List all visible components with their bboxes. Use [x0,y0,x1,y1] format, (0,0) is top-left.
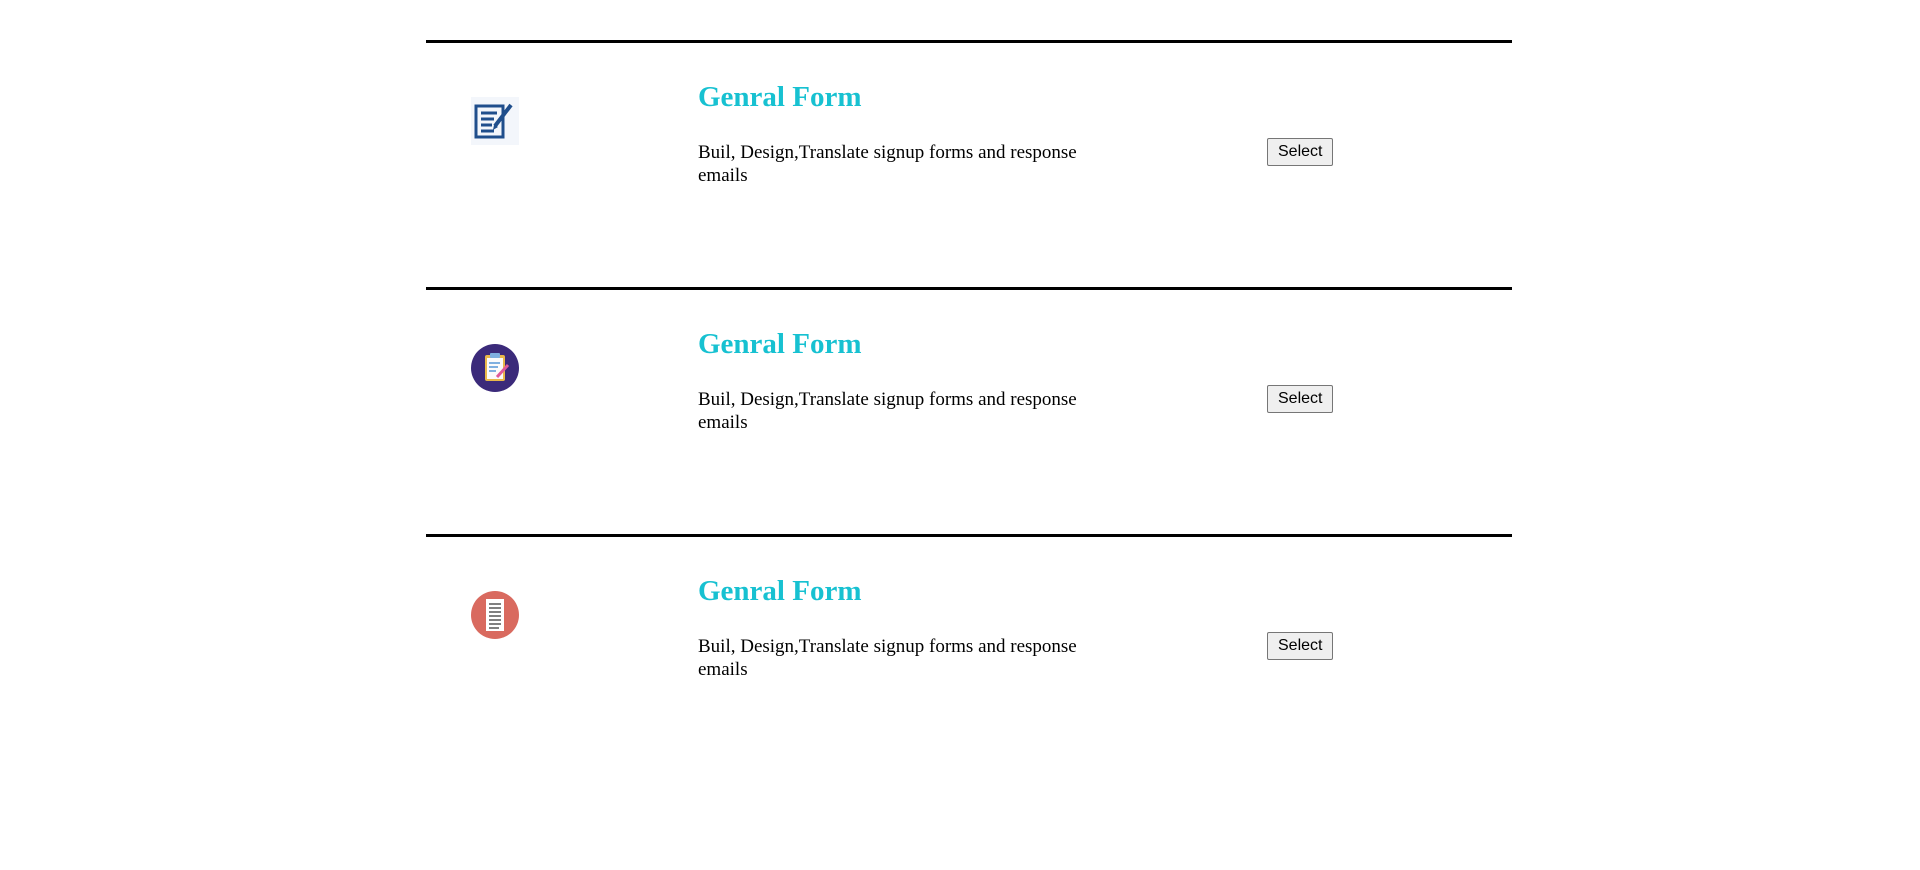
document-icon [470,590,520,640]
card-title: Genral Form [698,81,862,113]
select-button[interactable]: Select [1267,138,1334,166]
card-description: Buil, Design,Translate signup forms and … [698,636,1077,680]
select-button[interactable]: Select [1267,632,1334,660]
select-button[interactable]: Select [1267,385,1334,413]
card-title: Genral Form [698,328,862,360]
form-edit-icon [470,96,520,146]
card-description: Buil, Design,Translate signup forms and … [698,389,1077,433]
card-description: Buil, Design,Translate signup forms and … [698,142,1077,186]
clipboard-pencil-icon [470,343,520,393]
form-card: Genral Form Buil, Design,Translate signu… [426,534,1512,781]
card-title: Genral Form [698,575,862,607]
form-card: Genral Form Buil, Design,Translate signu… [426,40,1512,287]
form-card: Genral Form Buil, Design,Translate signu… [426,287,1512,534]
form-template-list: Genral Form Buil, Design,Translate signu… [426,40,1512,781]
